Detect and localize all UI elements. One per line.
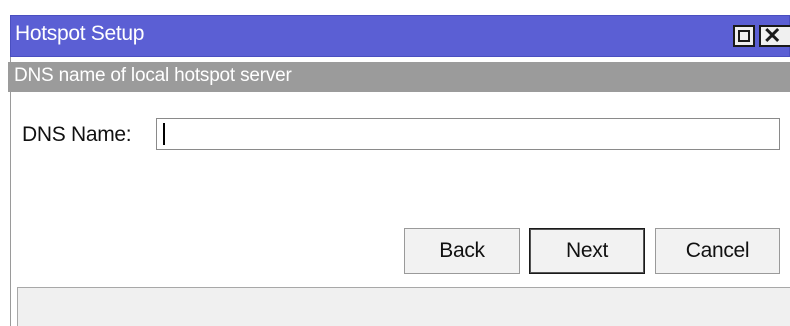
close-icon[interactable]: ✕: [759, 25, 790, 47]
dns-name-input[interactable]: [156, 118, 780, 150]
section-header: DNS name of local hotspot server: [8, 62, 790, 92]
dns-name-label: DNS Name:: [22, 123, 132, 146]
cancel-button[interactable]: Cancel: [655, 228, 780, 274]
status-bar: [17, 287, 790, 326]
dialog-content: [10, 57, 790, 326]
text-caret: [163, 123, 165, 145]
back-button[interactable]: Back: [404, 228, 520, 274]
maximize-icon[interactable]: [733, 25, 755, 47]
title-bar[interactable]: Hotspot Setup ✕: [10, 15, 790, 57]
next-button[interactable]: Next: [529, 228, 645, 274]
window-title: Hotspot Setup: [15, 22, 145, 45]
hotspot-setup-window: Hotspot Setup ✕ DNS name of local hotspo…: [0, 0, 790, 326]
section-header-text: DNS name of local hotspot server: [14, 65, 292, 86]
